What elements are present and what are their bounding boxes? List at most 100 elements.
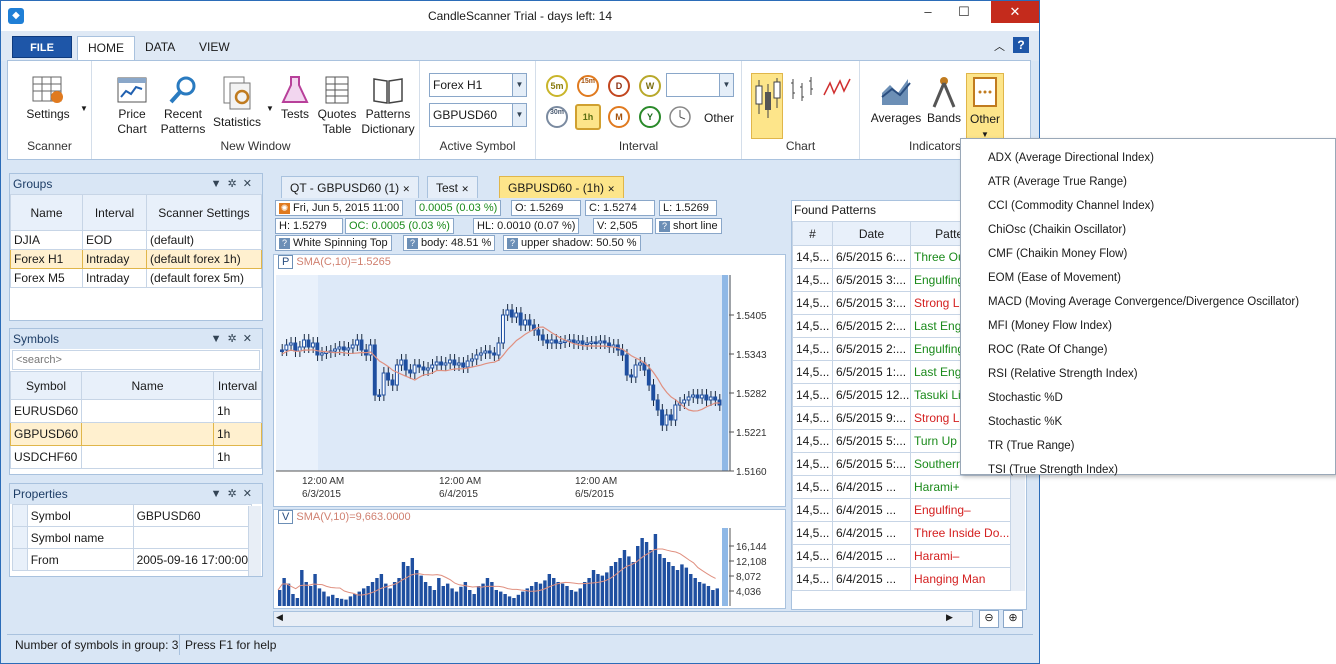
close-button[interactable]: ✕ xyxy=(991,1,1039,23)
info-pattern-shortline[interactable]: ? short line xyxy=(655,218,722,234)
day-band xyxy=(455,275,591,471)
table-row[interactable]: 14,5... 6/4/2015 ... Hanging Man xyxy=(792,567,1011,591)
indicator-menu-item[interactable]: TSI (True Strength Index) xyxy=(961,457,1335,481)
quotes-table-button[interactable]: Quotes Table xyxy=(316,75,358,137)
tab-data[interactable]: DATA xyxy=(135,36,185,61)
indicator-menu-item[interactable]: Stochastic %D xyxy=(961,385,1335,409)
groups-col-interval[interactable]: Interval xyxy=(82,194,147,231)
averages-label: Averages xyxy=(870,111,922,125)
indicator-menu-item[interactable]: ATR (Average True Range) xyxy=(961,169,1335,193)
interval-5m-button[interactable]: 5m xyxy=(546,75,568,97)
help-icon[interactable]: ? xyxy=(1013,37,1029,53)
minimize-button[interactable]: ‒ xyxy=(913,1,943,23)
symbol-search-input[interactable]: <search> xyxy=(12,350,260,370)
indicator-menu-item[interactable]: ROC (Rate Of Change) xyxy=(961,337,1335,361)
patterns-dictionary-button[interactable]: Patterns Dictionary xyxy=(360,75,416,137)
table-row[interactable]: USDCHF60 1h xyxy=(9,445,262,469)
interval-y-button[interactable]: Y xyxy=(639,106,661,128)
chevron-down-icon[interactable]: ▼ xyxy=(512,74,526,96)
interval-other-label[interactable]: Other xyxy=(704,111,734,125)
indicator-menu-item[interactable]: MACD (Moving Average Convergence/Diverge… xyxy=(961,289,1335,313)
found-col-number[interactable]: # xyxy=(792,221,833,246)
properties-scrollbar[interactable] xyxy=(248,506,261,576)
tests-button[interactable]: Tests xyxy=(278,75,312,122)
close-icon[interactable]: ✕ xyxy=(607,184,615,194)
interval-combo[interactable]: ▼ xyxy=(666,73,734,97)
symbols-col-name[interactable]: Name xyxy=(81,371,214,400)
indicator-menu-item[interactable]: RSI (Relative Strength Index) xyxy=(961,361,1335,385)
panel-controls-icon[interactable]: ▼✲✕ xyxy=(211,174,258,194)
indicator-menu-item[interactable]: EOM (Ease of Movement) xyxy=(961,265,1335,289)
scroll-left-icon[interactable]: ◀ xyxy=(276,612,283,623)
file-menu[interactable]: FILE xyxy=(12,36,72,58)
table-row[interactable]: GBPUSD60 1h xyxy=(9,422,262,446)
table-row[interactable]: 14,5... 6/4/2015 ... Engulfing– xyxy=(792,498,1011,522)
close-icon[interactable]: ✕ xyxy=(402,184,410,194)
tab-gbpusd60-1h[interactable]: GBPUSD60 - (1h) ✕ xyxy=(499,176,624,198)
groups-col-settings[interactable]: Scanner Settings xyxy=(146,194,262,231)
indicator-menu-item[interactable]: ADX (Average Directional Index) xyxy=(961,145,1335,169)
recent-patterns-button[interactable]: Recent Patterns xyxy=(160,75,206,137)
interval-m-button[interactable]: M xyxy=(608,106,630,128)
tab-qt-gbpusd60[interactable]: QT - GBPUSD60 (1) ✕ xyxy=(281,176,420,198)
groups-col-name[interactable]: Name xyxy=(10,194,83,231)
symbol-combo[interactable]: GBPUSD60 ▼ xyxy=(429,103,527,127)
tab-home[interactable]: HOME xyxy=(77,36,135,61)
volume-chart[interactable]: V SMA(V,10)=9,663.0000 16,144 12,108 8,072… xyxy=(273,509,786,609)
zoom-out-icon[interactable]: ⊖ xyxy=(979,610,999,628)
indicator-menu-item[interactable]: Stochastic %K xyxy=(961,409,1335,433)
table-row[interactable]: Symbol name xyxy=(12,526,253,549)
interval-15m-button[interactable]: 15m xyxy=(577,75,599,97)
interval-w-button[interactable]: W xyxy=(639,75,661,97)
interval-1h-button[interactable]: 1h xyxy=(575,104,601,130)
table-row[interactable]: From 2005-09-16 17:00:00 xyxy=(12,548,253,571)
cursor-band xyxy=(722,528,728,606)
candle-body xyxy=(386,372,391,381)
chart-scrollbar[interactable]: ◀ ▶ xyxy=(273,611,973,627)
close-icon[interactable]: ✕ xyxy=(461,184,469,194)
indicator-menu-item[interactable]: TR (True Range) xyxy=(961,433,1335,457)
indicator-menu-item[interactable]: CMF (Chaikin Money Flow) xyxy=(961,241,1335,265)
bands-button[interactable]: Bands xyxy=(924,75,964,126)
indicator-menu-item[interactable]: ChiOsc (Chaikin Oscillator) xyxy=(961,217,1335,241)
settings-dropdown-icon[interactable]: ▼ xyxy=(80,101,88,116)
symbols-col-symbol[interactable]: Symbol xyxy=(9,371,83,400)
settings-button[interactable]: Settings ▼ xyxy=(18,75,88,122)
panel-controls-icon[interactable]: ▼✲✕ xyxy=(211,484,258,504)
bar-chart-icon[interactable] xyxy=(788,75,818,105)
line-chart-icon[interactable] xyxy=(822,75,852,105)
averages-button[interactable]: Averages xyxy=(870,75,922,126)
symbols-col-interval[interactable]: Interval xyxy=(213,371,262,400)
table-row[interactable]: 14,5... 6/4/2015 ... Harami– xyxy=(792,544,1011,568)
table-row[interactable]: 14,5... 6/4/2015 ... Three Inside Do... xyxy=(792,521,1011,545)
tab-test[interactable]: Test ✕ xyxy=(427,176,478,198)
collapse-ribbon-icon[interactable]: ︿ xyxy=(994,38,1005,54)
volume-bar xyxy=(499,591,503,606)
table-row[interactable]: Symbol GBPUSD60 xyxy=(12,504,253,527)
price-chart[interactable]: P SMA(C,10)=1.5265 1.5405 1.5343 1.5282 1.5… xyxy=(273,254,786,507)
chevron-down-icon[interactable]: ▼ xyxy=(719,74,733,96)
interval-d-button[interactable]: D xyxy=(608,75,630,97)
candlestick-chart-button[interactable] xyxy=(751,73,783,139)
found-col-date[interactable]: Date xyxy=(832,221,911,246)
chevron-down-icon[interactable]: ▼ xyxy=(512,104,526,126)
scroll-right-icon[interactable]: ▶ xyxy=(946,612,953,623)
price-chart-button[interactable]: Price Chart xyxy=(102,75,162,137)
statistics-dropdown-icon[interactable]: ▼ xyxy=(266,101,274,116)
group-combo[interactable]: Forex H1 ▼ xyxy=(429,73,527,97)
table-row[interactable]: Forex H1 Intraday (default forex 1h) xyxy=(10,249,262,269)
table-row[interactable]: DJIA EOD (default) xyxy=(10,230,262,250)
maximize-button[interactable]: ☐ xyxy=(949,1,979,23)
tab-view[interactable]: VIEW xyxy=(189,36,240,61)
statistics-button[interactable]: Statistics ▼ xyxy=(210,75,274,130)
indicator-menu-item[interactable]: MFI (Money Flow Index) xyxy=(961,313,1335,337)
table-row[interactable]: EURUSD60 1h xyxy=(9,399,262,423)
zoom-in-icon[interactable]: ⊕ xyxy=(1003,610,1023,628)
indicator-menu-item[interactable]: CCI (Commodity Channel Index) xyxy=(961,193,1335,217)
candle-body xyxy=(514,312,519,318)
table-row[interactable]: Forex M5 Intraday (default forex 5m) xyxy=(10,268,262,288)
interval-30m-button[interactable]: 30m xyxy=(546,106,568,128)
clock-icon[interactable] xyxy=(668,105,692,129)
panel-controls-icon[interactable]: ▼✲✕ xyxy=(211,329,258,349)
info-pattern-spinning-top[interactable]: ? White Spinning Top xyxy=(275,235,392,251)
